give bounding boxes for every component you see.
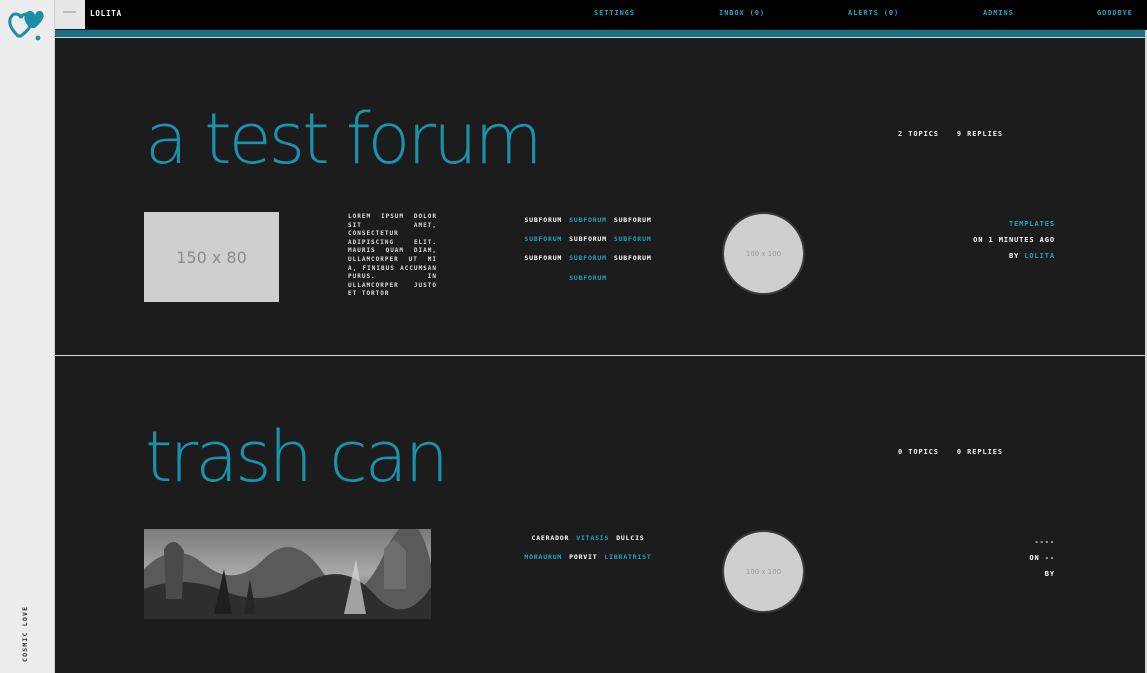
forum-stats: 0 TOPICS 0 REPLIES bbox=[898, 448, 1003, 456]
teal-hearts-logo-icon[interactable] bbox=[8, 6, 46, 42]
left-sidebar: COSMIC LOVE bbox=[0, 0, 55, 673]
top-navigation-bar: LOLITA SETTINGS INBOX (0) ALERTS (0) ADM… bbox=[55, 0, 1147, 29]
forum-banner-placeholder: 150 x 80 bbox=[144, 212, 279, 302]
topic-count: 2 TOPICS bbox=[898, 130, 939, 138]
forum-icon-placeholder: 100 x 100 bbox=[722, 212, 805, 295]
forum-banner-image bbox=[144, 529, 431, 619]
subforum-list: SUBFORUM SUBFORUM SUBFORUM SUBFORUM SUBF… bbox=[513, 216, 663, 293]
forum-row: a test forum 2 TOPICS 9 REPLIES 150 x 80 … bbox=[55, 38, 1147, 356]
sidebar-vertical-text: COSMIC LOVE bbox=[21, 605, 29, 662]
subforum-link[interactable]: SUBFORUM bbox=[569, 216, 607, 224]
forum-icon-placeholder: 100 x 100 bbox=[722, 530, 805, 613]
subforum-link[interactable]: PORVIT bbox=[569, 553, 597, 561]
subforum-link[interactable]: SUBFORUM bbox=[524, 254, 562, 262]
alerts-link[interactable]: ALERTS (0) bbox=[848, 9, 899, 17]
forum-row: trash can 0 TOPICS 0 REPLIES CAERADOR VIT… bbox=[55, 356, 1147, 673]
subforum-link[interactable]: SUBFORUM bbox=[614, 254, 652, 262]
subforum-link[interactable]: SUBFORUM bbox=[569, 254, 607, 262]
subforum-link[interactable]: SUBFORUM bbox=[614, 216, 652, 224]
last-post-info: ---- ON -- BY bbox=[1029, 534, 1055, 582]
reply-count: 9 REPLIES bbox=[956, 130, 1003, 138]
goodbye-link[interactable]: GOODBYE bbox=[1097, 9, 1133, 17]
user-avatar[interactable] bbox=[55, 0, 85, 29]
forum-title[interactable]: trash can bbox=[145, 422, 449, 492]
settings-link[interactable]: SETTINGS bbox=[594, 9, 635, 17]
last-post-topic: ---- bbox=[1034, 538, 1055, 546]
admins-link[interactable]: ADMINS bbox=[983, 9, 1014, 17]
subforum-link[interactable]: SUBFORUM bbox=[524, 216, 562, 224]
topic-count: 0 TOPICS bbox=[898, 448, 939, 456]
subforum-link[interactable]: SUBFORUM bbox=[569, 274, 607, 282]
subforum-link[interactable]: DULCIS bbox=[616, 534, 644, 542]
forum-description: LOREM IPSUM DOLOR SIT AMET, CONSECTETUR … bbox=[348, 213, 437, 298]
subforum-list: CAERADOR VITASIS DULCIS MORAURUM PORVIT … bbox=[513, 534, 663, 572]
subforum-link[interactable]: SUBFORUM bbox=[524, 235, 562, 243]
last-post-by-label: BY bbox=[1008, 252, 1020, 260]
reply-count: 0 REPLIES bbox=[956, 448, 1003, 456]
forum-title[interactable]: a test forum bbox=[145, 104, 543, 174]
last-post-info: TEMPLATES ON 1 MINUTES AGO BY LOLITA bbox=[973, 216, 1055, 264]
subforum-link[interactable]: SUBFORUM bbox=[614, 235, 652, 243]
subforum-link[interactable]: MORAURUM bbox=[524, 553, 562, 561]
subforum-link[interactable]: SUBFORUM bbox=[569, 235, 607, 243]
last-post-author-link[interactable]: LOLITA bbox=[1024, 252, 1055, 260]
forum-stats: 2 TOPICS 9 REPLIES bbox=[898, 130, 1003, 138]
subforum-link[interactable]: CAERADOR bbox=[532, 534, 570, 542]
subforum-link[interactable]: LIBRATRIST bbox=[604, 553, 651, 561]
subforum-link[interactable]: VITASIS bbox=[576, 534, 609, 542]
last-post-by-label: BY bbox=[1044, 570, 1055, 578]
last-post-topic-link[interactable]: TEMPLATES bbox=[973, 216, 1055, 232]
inbox-link[interactable]: INBOX (0) bbox=[719, 9, 765, 17]
last-post-time: ON 1 MINUTES AGO bbox=[973, 236, 1055, 244]
header-strip bbox=[55, 30, 1147, 37]
last-post-time: ON -- bbox=[1029, 554, 1055, 562]
username-label[interactable]: LOLITA bbox=[90, 9, 122, 18]
